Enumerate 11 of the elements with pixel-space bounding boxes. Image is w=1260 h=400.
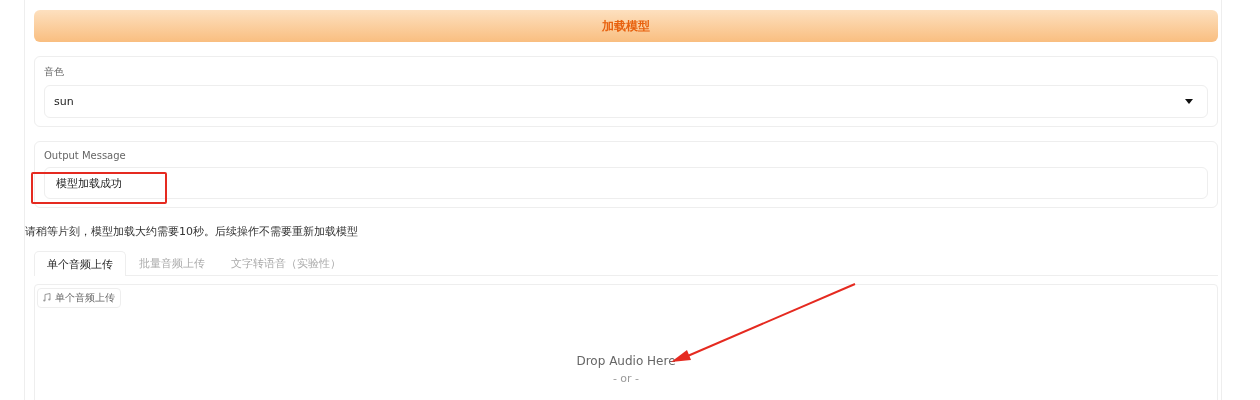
voice-dropdown[interactable]: sun bbox=[44, 85, 1208, 118]
tab[interactable]: 单个音频上传 bbox=[34, 251, 126, 276]
music-note-icon bbox=[43, 293, 51, 302]
caret-icon bbox=[1185, 99, 1193, 104]
upload-label-text: 单个音频上传 bbox=[55, 290, 115, 305]
drop-text[interactable]: Drop Audio Here bbox=[37, 353, 1215, 368]
output-label: Output Message bbox=[44, 150, 127, 161]
output-field[interactable]: 模型加载成功 bbox=[44, 167, 1208, 199]
note-text: 请稍等片刻，模型加载大约需要10秒。后续操作不需要重新加载模型 bbox=[25, 224, 359, 239]
or-text: - or - bbox=[611, 371, 641, 385]
voice-label: 音色 bbox=[44, 65, 65, 79]
